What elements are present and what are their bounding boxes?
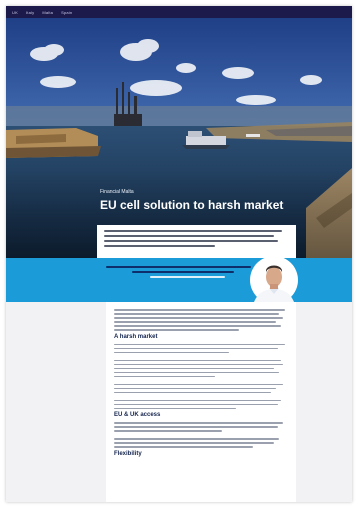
page-title: EU cell solution to harsh market xyxy=(100,198,284,212)
article-body: A harsh market EU & UK access Flexibilit… xyxy=(106,302,296,502)
top-navigation: UK Italy Malta Spain xyxy=(6,6,352,18)
nav-item-spain[interactable]: Spain xyxy=(61,10,72,15)
pull-quote xyxy=(106,266,251,281)
section-heading-harsh-market: A harsh market xyxy=(114,333,158,340)
nav-item-italy[interactable]: Italy xyxy=(26,10,34,15)
page: UK Italy Malta Spain Financial Malta EU … xyxy=(6,6,352,502)
nav-item-malta[interactable]: Malta xyxy=(42,10,53,15)
section-heading-eu-uk-access: EU & UK access xyxy=(114,412,161,418)
pull-quote-band xyxy=(6,258,352,302)
nav-item-uk[interactable]: UK xyxy=(12,10,18,15)
section-heading-flexibility: Flexibility xyxy=(114,450,142,457)
hero-image: Financial Malta EU cell solution to hars… xyxy=(6,18,352,258)
harbour-photo xyxy=(6,18,352,258)
intro-text xyxy=(97,225,296,258)
article-kicker: Financial Malta xyxy=(100,189,134,195)
author-portrait xyxy=(250,258,298,302)
